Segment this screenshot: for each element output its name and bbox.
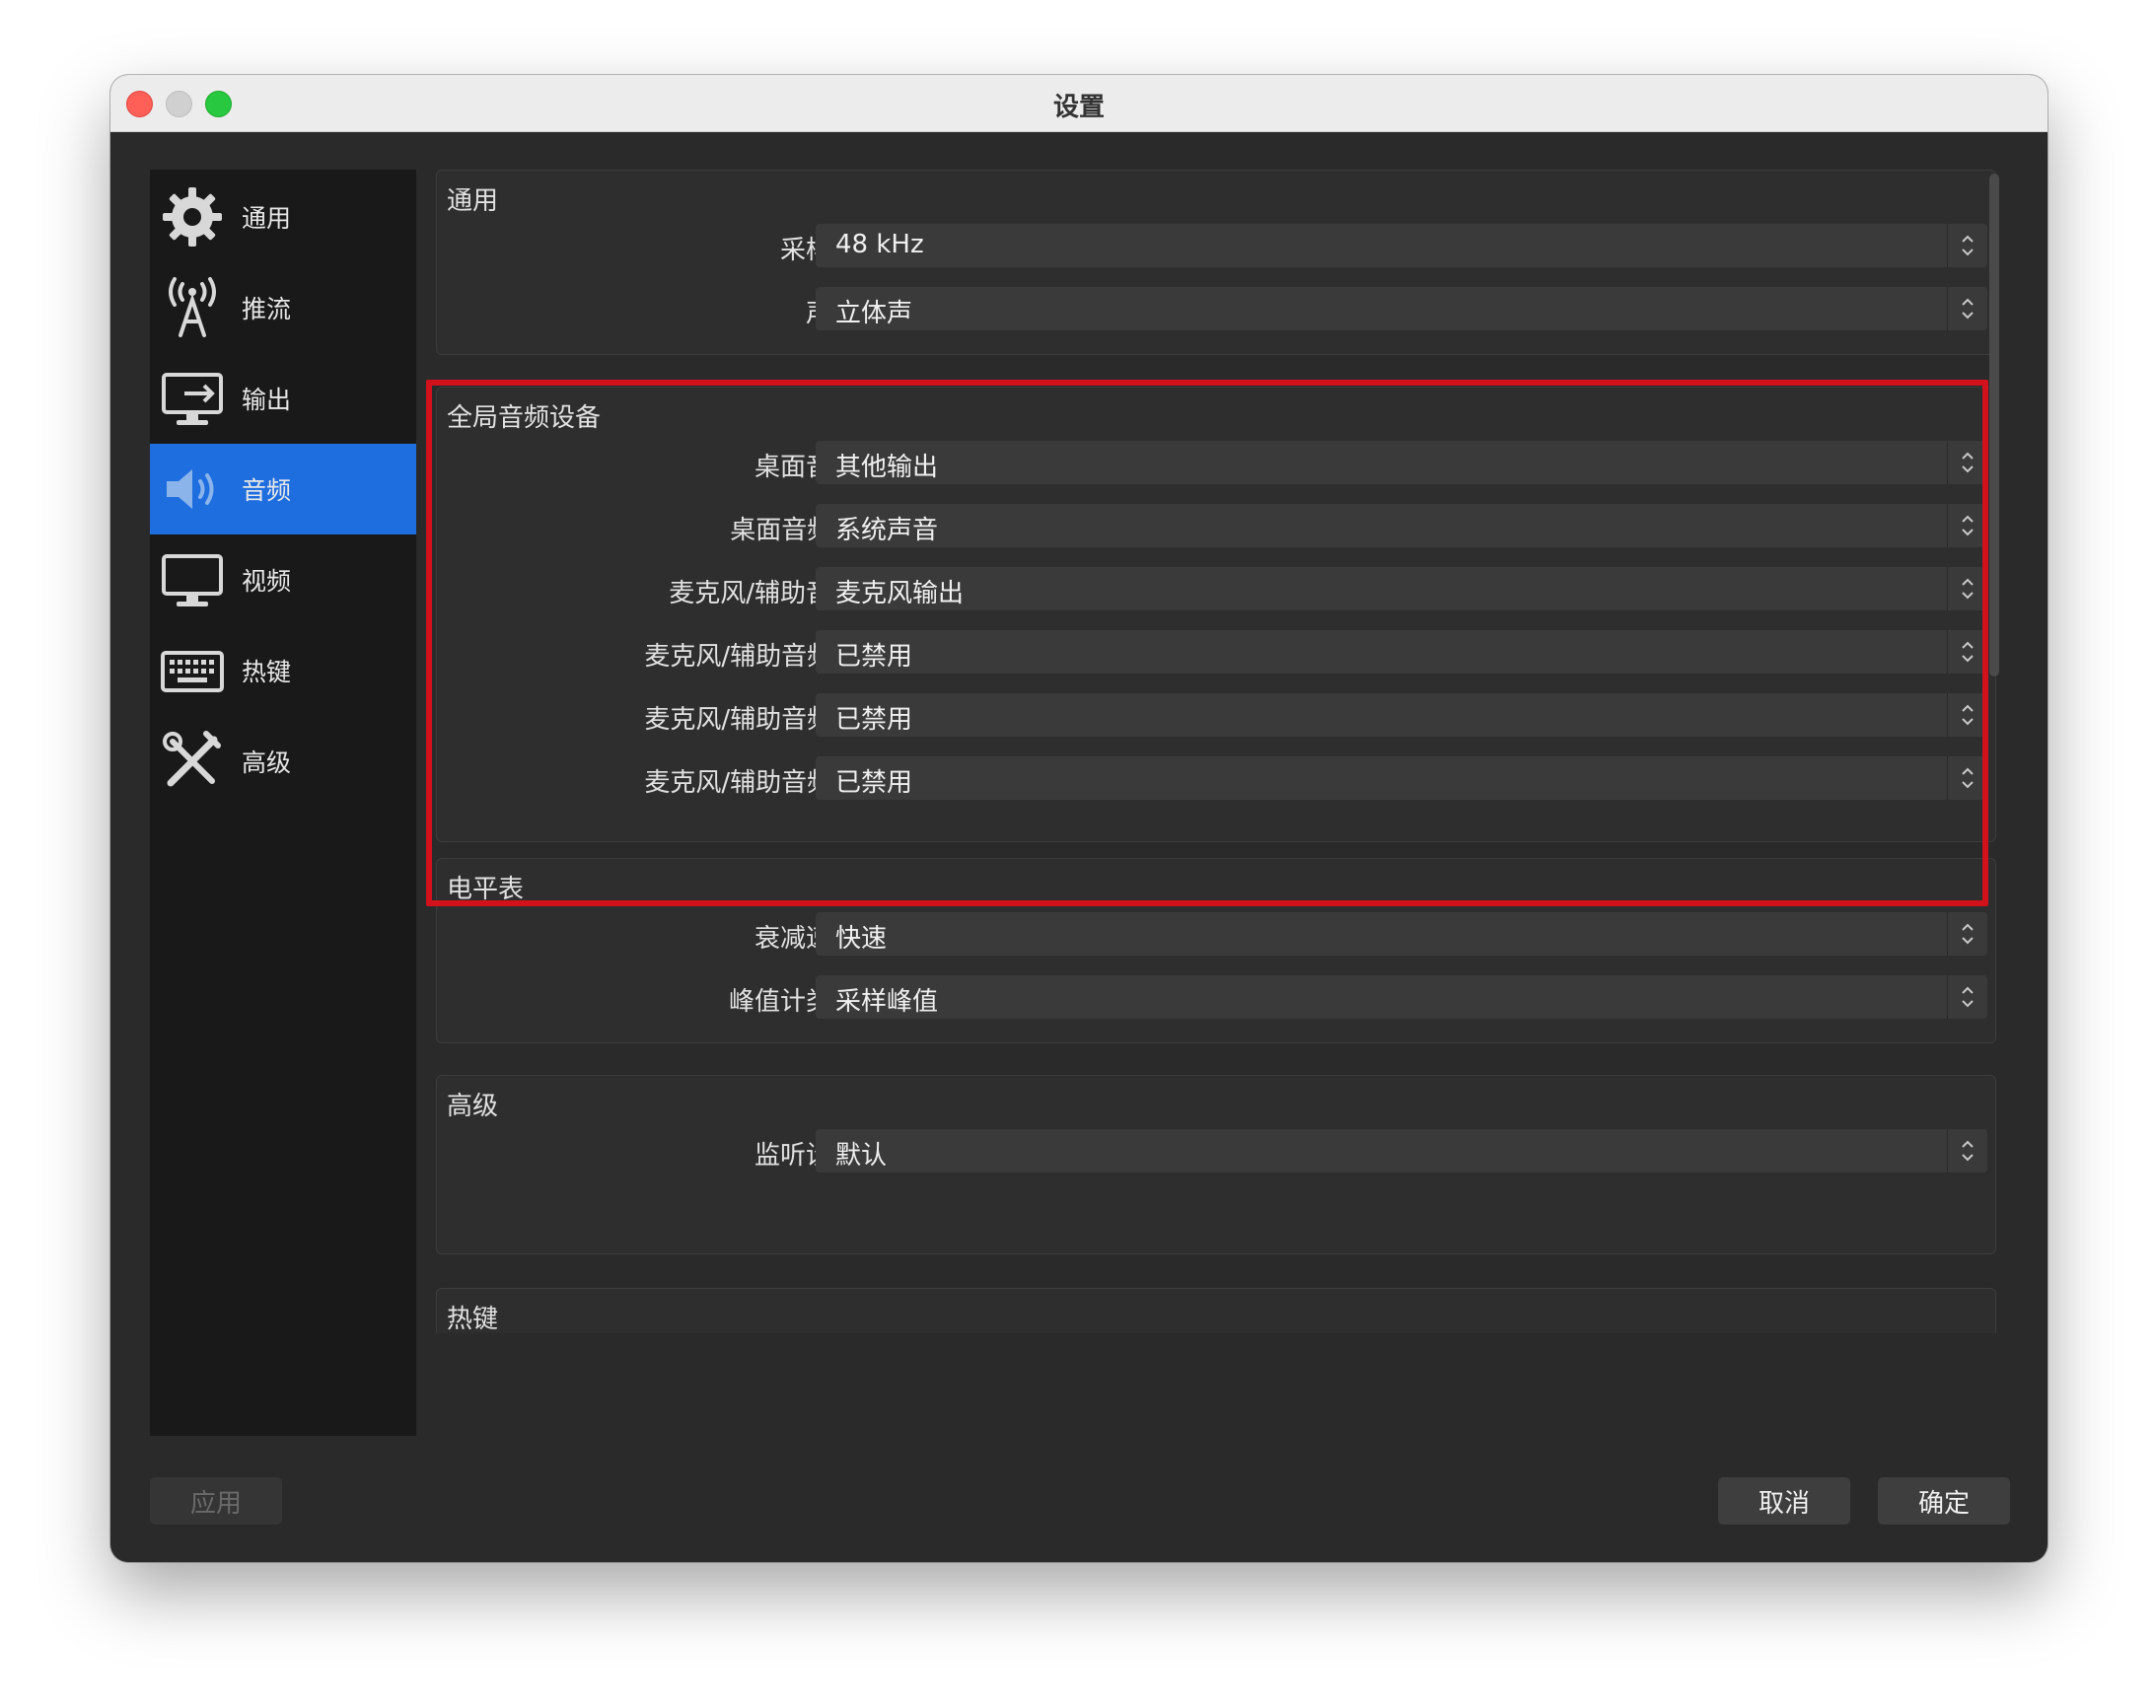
mic-aux-audio-2-select[interactable]: 已禁用 (816, 630, 1987, 674)
select-value: 快速 (835, 924, 888, 954)
peak-meter-type-select[interactable]: 采样峰值 (816, 975, 1987, 1019)
updown-chevron-icon (1947, 224, 1987, 267)
sidebar-item-label: 输出 (242, 386, 292, 414)
monitoring-device-select[interactable]: 默认 (816, 1129, 1987, 1173)
content-scrollbar[interactable] (1989, 174, 1999, 676)
antenna-icon (158, 273, 227, 342)
window-title: 设置 (1052, 93, 1105, 122)
mic-aux-audio-select[interactable]: 麦克风输出 (816, 567, 1987, 610)
audio-settings-panel: 通用 采样率 48 kHz 声道 立体声 (436, 170, 2004, 1333)
speaker-icon (158, 455, 227, 524)
sidebar-item-label: 视频 (242, 567, 292, 596)
select-value: 其他输出 (835, 453, 939, 482)
updown-chevron-icon (1947, 567, 1987, 610)
select-value: 已禁用 (835, 642, 913, 672)
desktop-audio-2-select[interactable]: 系统声音 (816, 504, 1987, 547)
updown-chevron-icon (1947, 693, 1987, 737)
channels-select[interactable]: 立体声 (816, 287, 1987, 330)
desktop-audio-row: 桌面音频 其他输出 (437, 441, 1995, 484)
settings-sidebar: 通用 推流 输出 音频 视频 热键 高级 (150, 170, 416, 1436)
meters-group: 电平表 衰减速率 快速 峰值计类型 采样峰值 (436, 858, 1996, 1043)
select-value: 采样峰值 (835, 987, 939, 1017)
updown-chevron-icon (1947, 504, 1987, 547)
decay-rate-row: 衰减速率 快速 (437, 912, 1995, 956)
sidebar-item-video[interactable]: 视频 (150, 534, 416, 625)
group-title: 电平表 (447, 875, 525, 904)
cancel-button[interactable]: 取消 (1718, 1477, 1850, 1525)
mic-aux-audio-3-select[interactable]: 已禁用 (816, 693, 1987, 737)
sidebar-item-general[interactable]: 通用 (150, 172, 416, 262)
general-group: 通用 采样率 48 kHz 声道 立体声 (436, 170, 1996, 355)
desktop-audio-2-row: 桌面音频 2 系统声音 (437, 504, 1995, 547)
sidebar-item-output[interactable]: 输出 (150, 353, 416, 444)
select-value: 已禁用 (835, 705, 913, 735)
peak-meter-type-row: 峰值计类型 采样峰值 (437, 975, 1995, 1019)
output-monitor-icon (158, 364, 227, 433)
sample-rate-select[interactable]: 48 kHz (816, 224, 1987, 267)
select-value: 48 kHz (835, 230, 924, 259)
updown-chevron-icon (1947, 756, 1987, 800)
mic-aux-audio-4-row: 麦克风/辅助音频 4 已禁用 (437, 756, 1995, 800)
sidebar-item-label: 通用 (242, 204, 292, 233)
sidebar-item-hotkeys[interactable]: 热键 (150, 625, 416, 716)
mic-aux-audio-row: 麦克风/辅助音频 麦克风输出 (437, 567, 1995, 610)
apply-button[interactable]: 应用 (150, 1477, 282, 1525)
mic-aux-audio-2-row: 麦克风/辅助音频 2 已禁用 (437, 630, 1995, 674)
select-value: 系统声音 (835, 516, 939, 545)
sidebar-item-label: 热键 (242, 658, 292, 686)
group-title: 热键 (447, 1305, 499, 1333)
sidebar-item-label: 音频 (242, 476, 292, 505)
updown-chevron-icon (1947, 441, 1987, 484)
mic-aux-audio-3-row: 麦克风/辅助音频 3 已禁用 (437, 693, 1995, 737)
group-title: 通用 (447, 186, 499, 216)
updown-chevron-icon (1947, 630, 1987, 674)
monitoring-device-row: 监听设备 默认 (437, 1129, 1995, 1173)
settings-window: 设置 通用 推流 输出 音频 视频 热键 高级 通用 48 kHz 立体声 全局… (110, 75, 2048, 1562)
updown-chevron-icon (1947, 975, 1987, 1019)
global-audio-devices-group: 全局音频设备 桌面音频 其他输出 桌面音频 2 系统声音 麦克风/辅助音频 麦克… (436, 387, 1996, 842)
select-value: 已禁用 (835, 768, 913, 798)
tools-icon (158, 727, 227, 796)
gear-icon (158, 182, 227, 251)
desktop-audio-select[interactable]: 其他输出 (816, 441, 1987, 484)
sidebar-item-label: 推流 (242, 295, 292, 323)
title-bar: 设置 (110, 75, 2048, 132)
updown-chevron-icon (1947, 1129, 1987, 1173)
monitor-icon (158, 545, 227, 614)
decay-rate-select[interactable]: 快速 (816, 912, 1987, 956)
keyboard-icon (158, 636, 227, 705)
hotkeys-group: 热键 (436, 1288, 1996, 1333)
sidebar-item-advanced[interactable]: 高级 (150, 716, 416, 807)
sample-rate-row: 采样率 48 kHz (437, 224, 1995, 267)
advanced-group: 高级 监听设备 默认 (436, 1075, 1996, 1254)
select-value: 默认 (835, 1141, 888, 1171)
select-value: 麦克风输出 (835, 579, 965, 608)
sidebar-item-stream[interactable]: 推流 (150, 262, 416, 353)
channels-row: 声道 立体声 (437, 287, 1995, 330)
updown-chevron-icon (1947, 287, 1987, 330)
select-value: 立体声 (835, 299, 913, 328)
sidebar-item-label: 高级 (242, 748, 292, 777)
ok-button[interactable]: 确定 (1878, 1477, 2010, 1525)
updown-chevron-icon (1947, 912, 1987, 956)
group-title: 全局音频设备 (447, 403, 602, 433)
group-title: 高级 (447, 1092, 499, 1121)
sidebar-item-audio[interactable]: 音频 (150, 444, 416, 534)
mic-aux-audio-4-select[interactable]: 已禁用 (816, 756, 1987, 800)
